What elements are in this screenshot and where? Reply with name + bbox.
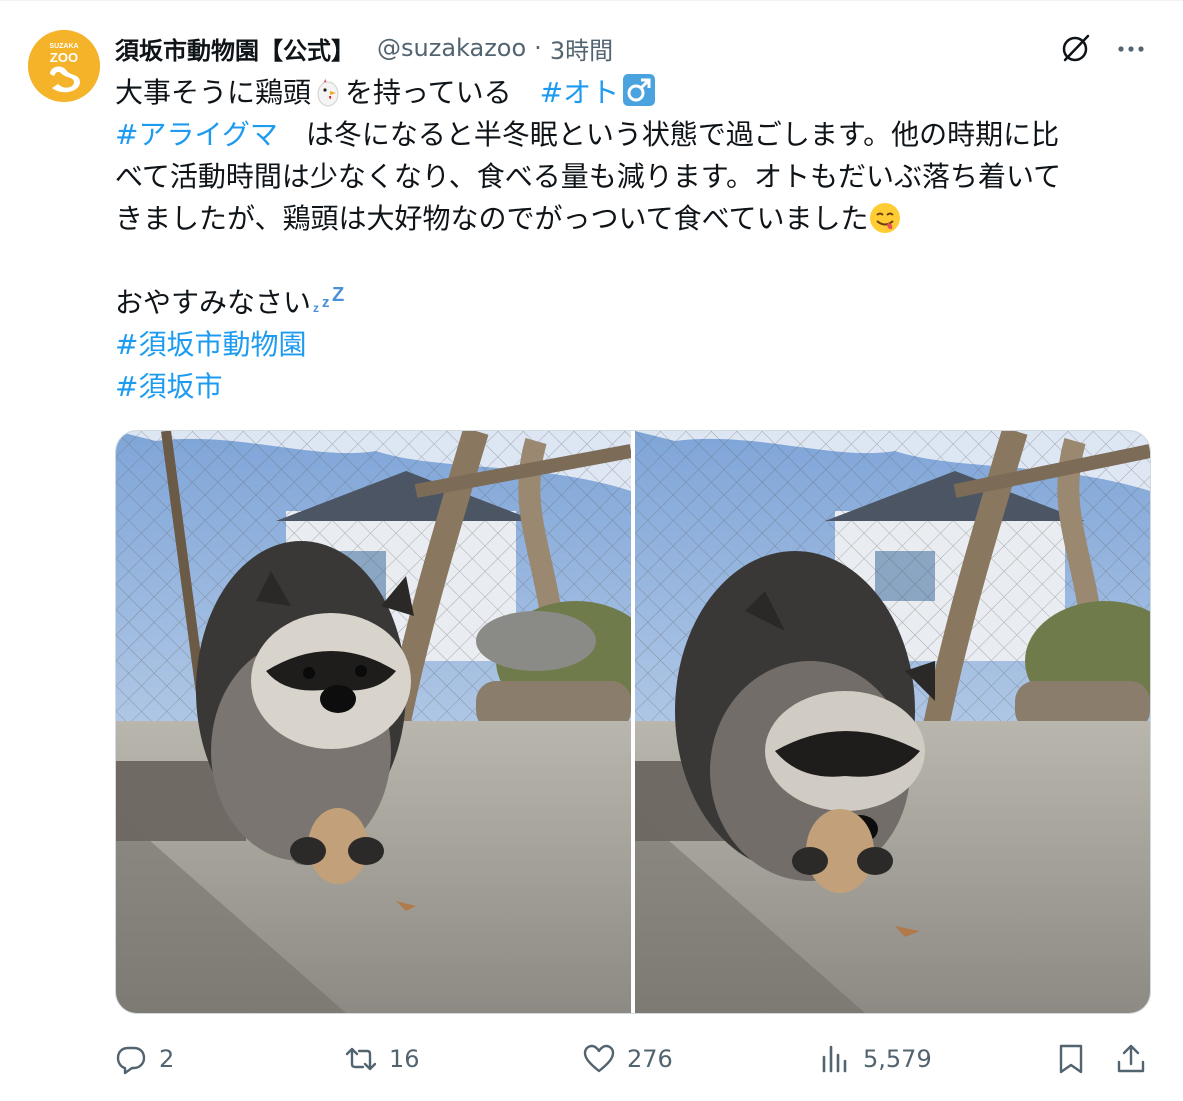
tweet-text: 大事そうに鶏頭 を持っている #オト #アライグマ は冬になると半冬眠という状態で… bbox=[115, 72, 1155, 408]
reply-button[interactable]: 2 bbox=[115, 1036, 174, 1082]
author-handle[interactable]: @suzakazoo bbox=[377, 34, 526, 62]
bookmark-icon bbox=[1059, 1044, 1083, 1074]
views-chart-icon bbox=[822, 1045, 847, 1073]
hashtag-suzaka-zoo[interactable]: #須坂市動物園 bbox=[115, 328, 306, 361]
heart-icon bbox=[583, 1044, 615, 1073]
male-sign-emoji bbox=[623, 74, 656, 106]
retweet-icon bbox=[345, 1047, 377, 1071]
like-count: 276 bbox=[627, 1045, 673, 1073]
hashtag-oto[interactable]: #オト bbox=[540, 76, 619, 109]
text-segment: は冬になると半冬眠という状態で過ごします。他の時期に比 bbox=[277, 118, 1060, 151]
top-divider bbox=[0, 0, 1183, 1]
text-segment: きましたが、鶏頭は大好物なのでがっついて食べていました bbox=[115, 202, 869, 235]
chicken-emoji bbox=[313, 75, 343, 107]
text-line-1: 大事そうに鶏頭 を持っている #オト bbox=[115, 72, 1155, 114]
more-options-icon[interactable] bbox=[1113, 30, 1149, 66]
share-icon bbox=[1117, 1044, 1145, 1073]
text-segment: おやすみなさい bbox=[115, 286, 312, 319]
retweet-button[interactable]: 16 bbox=[345, 1036, 420, 1082]
text-line-2: #アライグマ は冬になると半冬眠という状態で過ごします。他の時期に比 bbox=[115, 114, 1155, 156]
svg-text:z: z bbox=[322, 294, 330, 311]
retweet-count: 16 bbox=[389, 1045, 420, 1073]
text-line-3: べて活動時間は少なくなり、食べる量も減ります。オトもだいぶ落ち着いて bbox=[115, 160, 1062, 193]
hashtag-araiguma[interactable]: #アライグマ bbox=[115, 118, 278, 151]
bookmark-button[interactable] bbox=[1055, 1036, 1099, 1082]
separator-dot: · bbox=[534, 34, 542, 62]
suzaka-zoo-logo: SUZAKA ZOO bbox=[28, 30, 100, 102]
action-bar: 2 16 276 5,579 bbox=[115, 1036, 1155, 1082]
share-button[interactable] bbox=[1115, 1036, 1159, 1082]
hashtag-suzaka-city[interactable]: #須坂市 bbox=[115, 370, 222, 403]
avatar[interactable]: SUZAKA ZOO bbox=[28, 30, 100, 102]
svg-text:SUZAKA: SUZAKA bbox=[49, 43, 78, 50]
svg-text:ZOO: ZOO bbox=[50, 50, 78, 65]
yum-face-emoji bbox=[868, 201, 902, 235]
raccoon-eating-photo[interactable] bbox=[635, 431, 1150, 1013]
text-line-4: きましたが、鶏頭は大好物なのでがっついて食べていました bbox=[115, 198, 1155, 240]
tweet-header: 須坂市動物園【公式】 @suzakazoo · 3時間 bbox=[115, 28, 613, 68]
text-segment: 大事そうに鶏頭 bbox=[115, 76, 312, 109]
like-button[interactable]: 276 bbox=[583, 1036, 673, 1082]
svg-text:Z: Z bbox=[332, 284, 344, 306]
text-line-6: おやすみなさい z z Z bbox=[115, 282, 1155, 324]
views-count: 5,579 bbox=[863, 1045, 932, 1073]
tweet-time[interactable]: 3時間 bbox=[550, 31, 613, 66]
text-segment: を持っている bbox=[345, 76, 540, 109]
author-name[interactable]: 須坂市動物園【公式】 bbox=[115, 31, 355, 66]
text-line-7: #須坂市動物園 bbox=[115, 324, 1155, 366]
media-grid bbox=[115, 430, 1151, 1014]
text-line-8: #須坂市 bbox=[115, 366, 1155, 408]
grok-icon[interactable] bbox=[1058, 30, 1094, 66]
svg-text:z: z bbox=[313, 301, 319, 315]
views-button[interactable]: 5,579 bbox=[819, 1036, 932, 1082]
zzz-emoji: zzZ bbox=[311, 282, 347, 316]
raccoon-looking-photo[interactable] bbox=[116, 431, 631, 1013]
reply-count: 2 bbox=[159, 1045, 175, 1073]
reply-icon bbox=[116, 1046, 146, 1075]
